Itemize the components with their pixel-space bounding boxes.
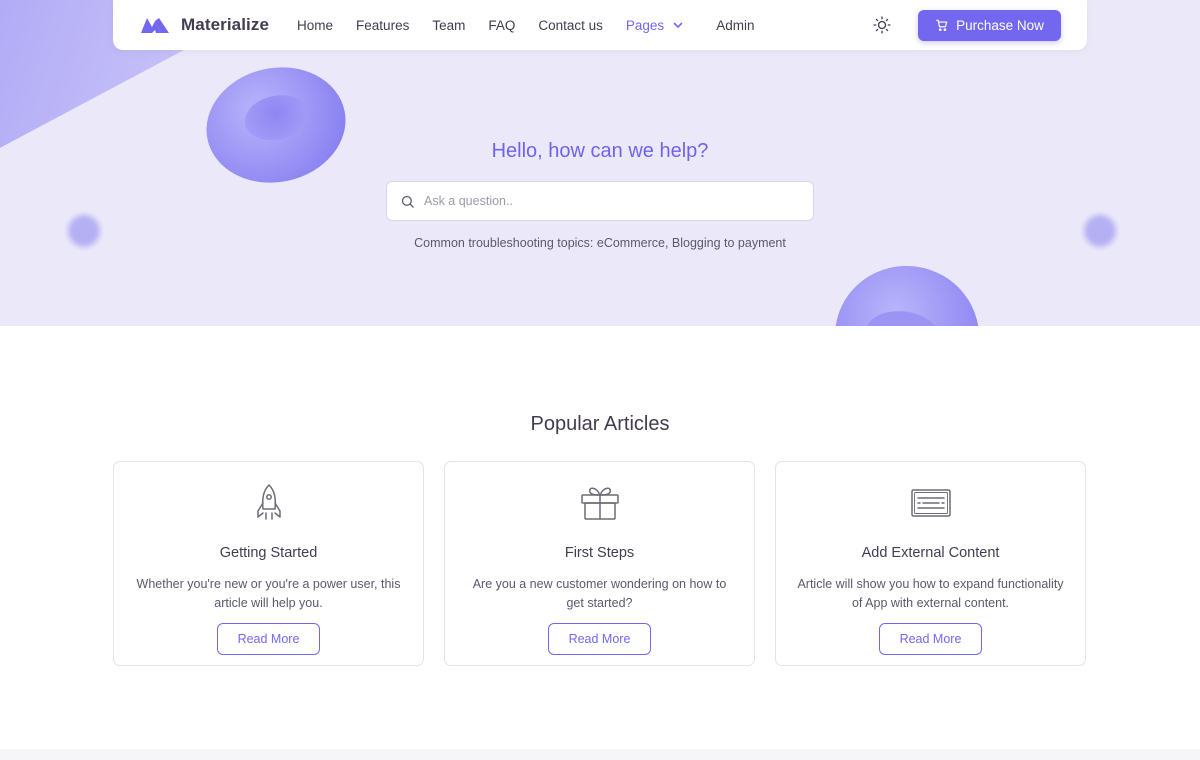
decorative-ring-bottom [825, 256, 989, 326]
decorative-ring-left [195, 54, 357, 196]
popular-articles-title: Popular Articles [530, 413, 670, 435]
article-title: First Steps [564, 545, 635, 561]
nav-link-home[interactable]: Home [297, 18, 333, 33]
article-title: Add External Content [861, 545, 1000, 561]
articles-list: Getting Started Whether you're new or yo… [113, 461, 1086, 666]
hero-title: Hello, how can we help? [491, 140, 709, 162]
article-text: Article will show you how to expand func… [797, 577, 1064, 610]
footer-strip [0, 749, 1200, 760]
search-box[interactable] [386, 181, 814, 221]
article-card-external-content: Add External Content Article will show y… [775, 461, 1086, 666]
article-card-getting-started: Getting Started Whether you're new or yo… [113, 461, 424, 666]
nav-pages-label: Pages [625, 17, 665, 33]
gift-icon [580, 487, 619, 520]
article-text: Whether you're new or you're a power use… [136, 577, 401, 610]
nav-link-team[interactable]: Team [432, 18, 465, 33]
nav-link-features[interactable]: Features [356, 18, 409, 33]
cart-icon [936, 19, 948, 32]
nav-link-admin[interactable]: Admin [716, 18, 754, 33]
hero-subtitle: Common troubleshooting topics: eCommerce… [414, 236, 786, 250]
chevron-down-icon [673, 22, 683, 29]
materialize-logo-icon [141, 18, 169, 33]
brand-name: Materialize [181, 15, 270, 34]
nav-link-contact[interactable]: Contact us [538, 18, 603, 33]
navbar: Materialize Home Features Team FAQ Conta… [113, 0, 1087, 50]
nav-dropdown-pages[interactable]: Pages [626, 18, 684, 33]
nav-link-faq[interactable]: FAQ [488, 18, 515, 33]
brand[interactable]: Materialize [139, 15, 269, 35]
article-title: Getting Started [219, 545, 318, 561]
rocket-icon [256, 484, 281, 520]
read-more-button[interactable]: Read More [879, 623, 982, 655]
purchase-now-label: Purchase Now [956, 17, 1044, 33]
read-more-button[interactable]: Read More [548, 623, 651, 655]
search-input[interactable] [424, 194, 813, 208]
read-more-button[interactable]: Read More [217, 623, 320, 655]
search-icon [401, 195, 414, 208]
article-text: Are you a new customer wondering on how … [472, 577, 727, 610]
purchase-now-button[interactable]: Purchase Now [918, 9, 1061, 41]
nav-links: Home Features Team FAQ Contact us Pages … [297, 18, 777, 33]
sun-icon[interactable] [872, 15, 892, 35]
article-card-first-steps: First Steps Are you a new customer wonde… [444, 461, 755, 666]
keyboard-icon [910, 489, 951, 517]
